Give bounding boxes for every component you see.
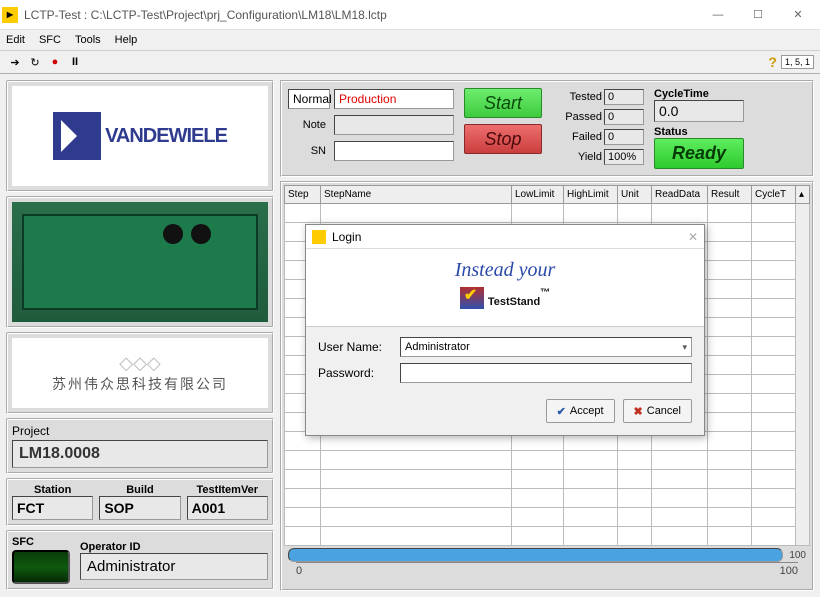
project-label: Project bbox=[12, 424, 268, 438]
station-value: FCT bbox=[12, 496, 93, 520]
banner-line1: Instead your bbox=[306, 259, 704, 282]
pcb-image bbox=[22, 214, 258, 310]
passed-value: 0 bbox=[604, 109, 644, 125]
operator-id-value: Administrator bbox=[80, 553, 268, 580]
status-value: Ready bbox=[654, 138, 744, 169]
loop-icon[interactable]: ↻ bbox=[26, 53, 44, 71]
progress-bar bbox=[288, 548, 783, 562]
table-row bbox=[285, 508, 810, 527]
build-label: Build bbox=[99, 484, 180, 496]
scale-max: 100 bbox=[780, 565, 798, 577]
username-input[interactable]: Administrator▾ bbox=[400, 337, 692, 357]
vandewiele-icon bbox=[53, 112, 101, 160]
username-label: User Name: bbox=[318, 340, 394, 354]
teststand-icon bbox=[460, 287, 484, 309]
logo-panel: VANDEWIELE bbox=[6, 80, 274, 192]
col-lowlimit[interactable]: LowLimit bbox=[512, 186, 564, 204]
col-result[interactable]: Result bbox=[708, 186, 752, 204]
table-row bbox=[285, 489, 810, 508]
vandewiele-text: VANDEWIELE bbox=[105, 125, 227, 148]
sn-input[interactable] bbox=[334, 141, 454, 161]
col-step[interactable]: Step bbox=[285, 186, 321, 204]
failed-label: Failed bbox=[552, 131, 602, 143]
stop-button[interactable]: Stop bbox=[464, 124, 542, 154]
menu-help[interactable]: Help bbox=[115, 34, 138, 46]
menu-sfc[interactable]: SFC bbox=[39, 34, 61, 46]
cycletime-value: 0.0 bbox=[654, 100, 744, 122]
password-label: Password: bbox=[318, 366, 394, 380]
station-panel: Station FCT Build SOP TestItemVer A001 bbox=[6, 478, 274, 526]
menu-edit[interactable]: Edit bbox=[6, 34, 25, 46]
col-stepname[interactable]: StepName bbox=[321, 186, 512, 204]
menubar: Edit SFC Tools Help bbox=[0, 30, 820, 50]
titlebar: ▶ LCTP-Test : C:\LCTP-Test\Project\prj_C… bbox=[0, 0, 820, 30]
password-input[interactable] bbox=[400, 363, 692, 383]
pause-icon[interactable]: II bbox=[66, 53, 84, 71]
mode-field[interactable]: Normal bbox=[288, 89, 330, 109]
tested-value: 0 bbox=[604, 89, 644, 105]
sfc-panel: SFC Operator ID Administrator bbox=[6, 530, 274, 590]
progress-end-value: 100 bbox=[789, 550, 806, 561]
testitemver-value: A001 bbox=[187, 496, 268, 520]
scale-min: 0 bbox=[296, 565, 302, 577]
sn-label: SN bbox=[288, 145, 330, 157]
login-dialog: Login ✕ Instead your TestStand™ User Nam… bbox=[305, 224, 705, 436]
table-row bbox=[285, 527, 810, 546]
cycletime-label: CycleTime bbox=[654, 88, 744, 100]
table-row bbox=[285, 204, 810, 223]
project-value: LM18.0008 bbox=[12, 440, 268, 468]
status-indicator-icon: 1, 5, 1 bbox=[781, 55, 814, 69]
company-name: 苏州伟众思科技有限公司 bbox=[52, 374, 228, 394]
close-button[interactable]: ✕ bbox=[778, 3, 818, 27]
cancel-button[interactable]: ✖Cancel bbox=[623, 399, 692, 423]
record-icon[interactable]: ● bbox=[46, 53, 64, 71]
col-readdata[interactable]: ReadData bbox=[652, 186, 708, 204]
check-icon: ✔ bbox=[557, 405, 566, 418]
failed-value: 0 bbox=[604, 129, 644, 145]
maximize-button[interactable]: ☐ bbox=[738, 3, 778, 27]
passed-label: Passed bbox=[552, 111, 602, 123]
x-icon: ✖ bbox=[634, 405, 643, 418]
app-icon: ▶ bbox=[2, 7, 18, 23]
menu-tools[interactable]: Tools bbox=[75, 34, 101, 46]
tested-label: Tested bbox=[552, 91, 602, 103]
status-label: Status bbox=[654, 126, 744, 138]
window-title: LCTP-Test : C:\LCTP-Test\Project\prj_Con… bbox=[24, 8, 698, 22]
sfc-label: SFC bbox=[12, 536, 70, 548]
col-unit[interactable]: Unit bbox=[618, 186, 652, 204]
chevron-down-icon[interactable]: ▾ bbox=[682, 342, 687, 353]
project-panel: Project LM18.0008 bbox=[6, 418, 274, 474]
dialog-app-icon bbox=[312, 230, 326, 244]
login-banner: Instead your TestStand™ bbox=[306, 249, 704, 327]
col-cyclet[interactable]: CycleT bbox=[752, 186, 796, 204]
yield-label: Yield bbox=[552, 151, 602, 163]
note-input[interactable] bbox=[334, 115, 454, 135]
accept-button[interactable]: ✔Accept bbox=[546, 399, 615, 423]
testitemver-label: TestItemVer bbox=[187, 484, 268, 496]
yield-value: 100% bbox=[604, 149, 644, 165]
start-button[interactable]: Start bbox=[464, 88, 542, 118]
dialog-close-icon[interactable]: ✕ bbox=[688, 230, 698, 244]
vertical-scrollbar[interactable] bbox=[796, 204, 810, 546]
table-row bbox=[285, 470, 810, 489]
build-value: SOP bbox=[99, 496, 180, 520]
note-label: Note bbox=[288, 119, 330, 131]
banner-line2: TestStand™ bbox=[306, 282, 704, 312]
col-highlimit[interactable]: HighLimit bbox=[564, 186, 618, 204]
run-icon[interactable]: ➔ bbox=[6, 53, 24, 71]
pcb-image-panel bbox=[6, 196, 274, 328]
station-label: Station bbox=[12, 484, 93, 496]
help-icon[interactable]: ? bbox=[768, 54, 777, 70]
company-panel: ◇◇◇ 苏州伟众思科技有限公司 bbox=[6, 332, 274, 414]
col-scroll-up-icon[interactable]: ▴ bbox=[796, 186, 810, 204]
phase-field[interactable]: Production bbox=[334, 89, 454, 109]
control-panel: Normal Production Note SN Start Stop Tes… bbox=[280, 80, 814, 177]
table-row bbox=[285, 451, 810, 470]
company-logo-icon: ◇◇◇ bbox=[119, 353, 161, 374]
dialog-title: Login bbox=[332, 230, 688, 244]
minimize-button[interactable]: — bbox=[698, 3, 738, 27]
sfc-led-icon bbox=[12, 550, 70, 584]
toolbar: ➔ ↻ ● II ? 1, 5, 1 bbox=[0, 50, 820, 74]
operator-id-label: Operator ID bbox=[80, 541, 268, 553]
